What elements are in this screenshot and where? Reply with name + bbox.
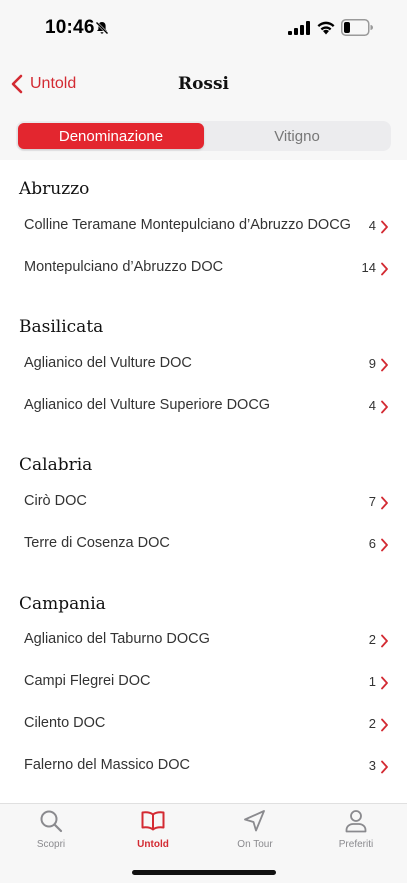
chevron-right-icon xyxy=(381,400,388,414)
chevron-right-icon xyxy=(381,718,388,732)
list-item[interactable]: Cilento DOC 2 xyxy=(0,704,407,746)
segment-container: Denominazione Vitigno xyxy=(0,112,407,160)
tab-preferiti[interactable]: Preferiti xyxy=(305,808,407,856)
chevron-right-icon xyxy=(381,358,388,372)
list-item-count: 6 xyxy=(368,536,376,551)
segmented-control: Denominazione Vitigno xyxy=(16,121,391,151)
list-item-count: 9 xyxy=(368,356,376,371)
navigation-arrow-icon xyxy=(244,810,265,832)
section-header-basilicata: Basilicata xyxy=(19,317,104,337)
section-header-campania: Campania xyxy=(19,594,106,614)
chevron-right-icon xyxy=(381,262,388,276)
wifi-icon xyxy=(317,21,335,35)
segment-vitigno[interactable]: Vitigno xyxy=(205,123,389,149)
chevron-right-icon xyxy=(381,676,388,690)
bell-muted-icon xyxy=(95,21,109,35)
tab-label: Untold xyxy=(137,839,169,850)
list-item[interactable]: Falerno del Massico DOC 3 xyxy=(0,746,407,788)
list-item-label: Colline Teramane Montepulciano d’Abruzzo… xyxy=(24,217,351,233)
navigation-bar: Untold Rossi xyxy=(0,56,407,112)
list-item[interactable]: Terre di Cosenza DOC 6 xyxy=(0,524,407,566)
book-icon xyxy=(141,811,165,831)
tab-untold[interactable]: Untold xyxy=(102,808,204,856)
list-item-label: Montepulciano d’Abruzzo DOC xyxy=(24,259,224,275)
tab-bar: Scopri Untold On Tour Preferiti xyxy=(0,803,407,883)
tab-label: On Tour xyxy=(237,839,273,850)
list-item-count: 7 xyxy=(368,494,376,509)
list-item-count: 14 xyxy=(361,260,376,275)
list-item[interactable]: Aglianico del Vulture DOC 9 xyxy=(0,344,407,386)
list-item-label: Cirò DOC xyxy=(24,493,87,509)
list-item[interactable]: Aglianico del Taburno DOCG 2 xyxy=(0,620,407,662)
person-icon xyxy=(345,810,367,833)
status-time: 10:46 xyxy=(45,17,95,38)
list-item[interactable]: Campi Flegrei DOC 1 xyxy=(0,662,407,704)
status-bar: 10:46 xyxy=(0,0,407,56)
tab-label: Preferiti xyxy=(338,839,374,850)
tab-label: Scopri xyxy=(36,839,66,850)
list-item-count: 4 xyxy=(368,398,376,413)
section-header-abruzzo: Abruzzo xyxy=(19,179,90,199)
list-item-label: Aglianico del Vulture Superiore DOCG xyxy=(24,397,271,413)
list-item[interactable]: Aglianico del Vulture Superiore DOCG 4 xyxy=(0,386,407,428)
list-item[interactable]: Colline Teramane Montepulciano d’Abruzzo… xyxy=(0,206,407,248)
search-icon xyxy=(40,810,63,833)
list-item-count: 4 xyxy=(368,218,376,233)
chevron-right-icon xyxy=(381,220,388,234)
list-item-label: Terre di Cosenza DOC xyxy=(24,535,170,551)
battery-icon xyxy=(341,19,373,36)
list-item-label: Aglianico del Vulture DOC xyxy=(24,355,192,371)
list-item[interactable]: Cirò DOC 7 xyxy=(0,482,407,524)
signal-icon xyxy=(288,21,310,35)
section-header-calabria: Calabria xyxy=(19,455,93,475)
list-item-label: Falerno del Massico DOC xyxy=(24,757,190,773)
appellation-list[interactable]: Abruzzo Colline Teramane Montepulciano d… xyxy=(0,160,407,803)
chevron-right-icon xyxy=(381,760,388,774)
list-item-label: Cilento DOC xyxy=(24,715,106,731)
list-item-count: 1 xyxy=(368,674,376,689)
chevron-right-icon xyxy=(381,538,388,552)
tab-on-tour[interactable]: On Tour xyxy=(204,808,306,856)
page-title: Rossi xyxy=(177,74,230,94)
list-item-count: 2 xyxy=(368,632,376,647)
list-item[interactable]: Montepulciano d’Abruzzo DOC 14 xyxy=(0,248,407,290)
home-indicator xyxy=(132,870,276,875)
list-item-label: Campi Flegrei DOC xyxy=(24,673,151,689)
tab-scopri[interactable]: Scopri xyxy=(0,808,102,856)
list-item-label: Aglianico del Taburno DOCG xyxy=(24,631,210,647)
list-item-count: 3 xyxy=(368,758,376,773)
list-item-count: 2 xyxy=(368,716,376,731)
chevron-right-icon xyxy=(381,496,388,510)
segment-denominazione[interactable]: Denominazione xyxy=(18,123,204,149)
chevron-right-icon xyxy=(381,634,388,648)
